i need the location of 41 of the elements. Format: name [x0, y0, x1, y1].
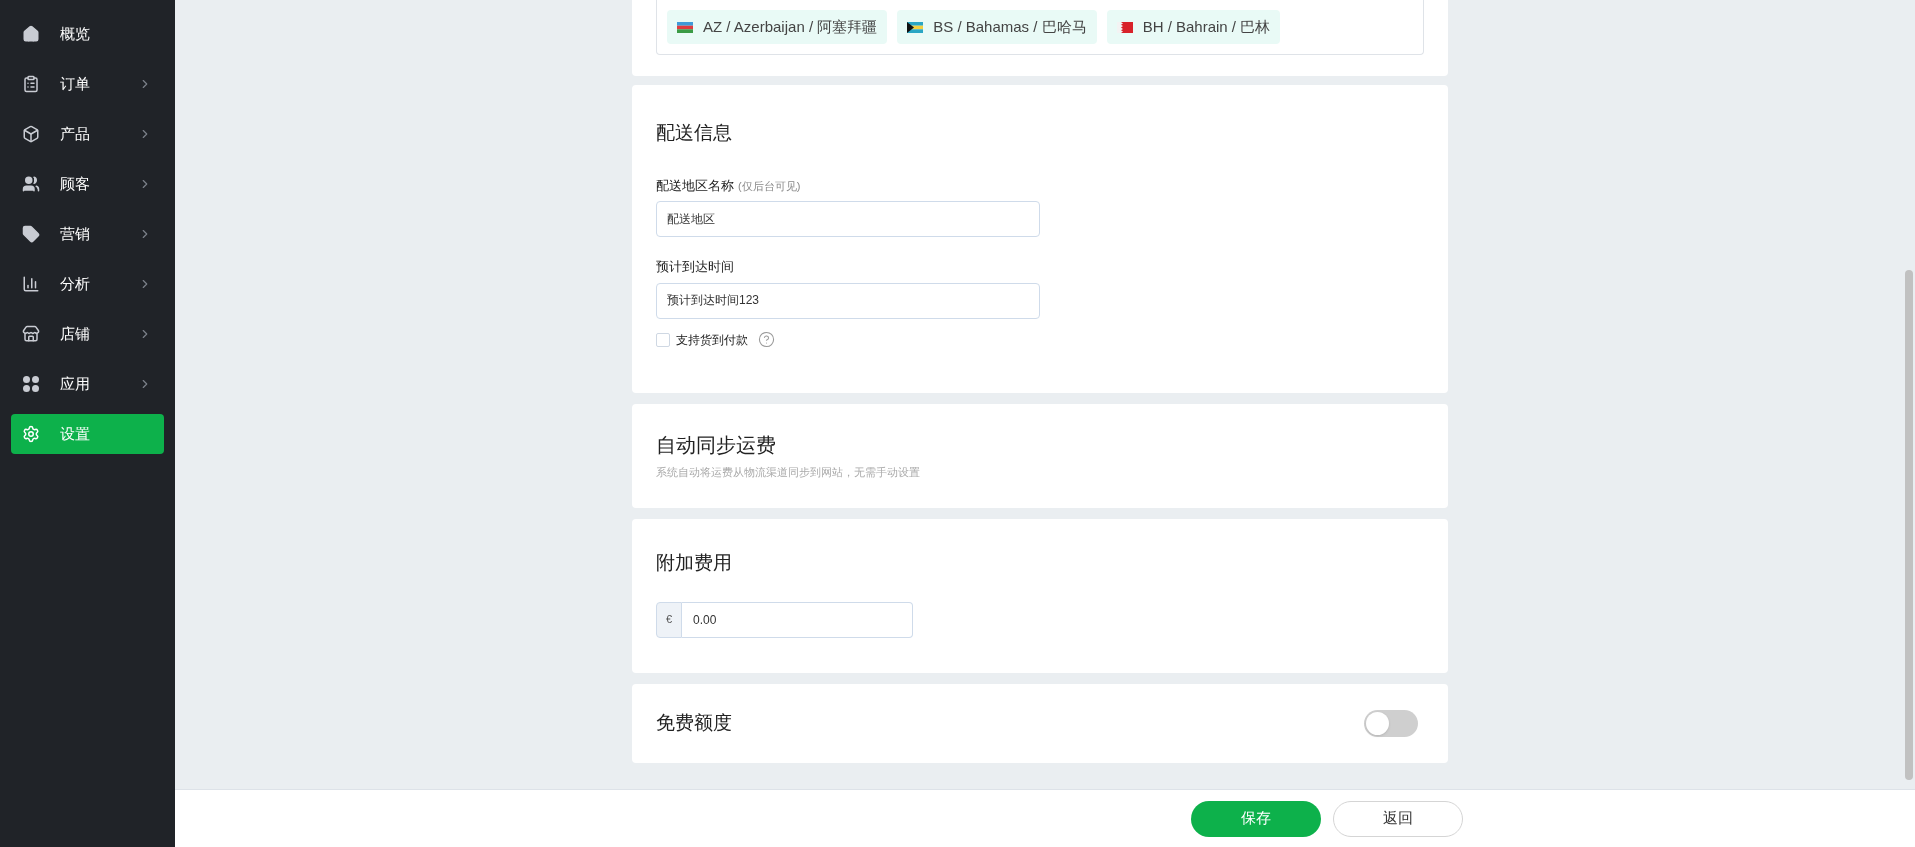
section-title: 附加费用 — [656, 551, 733, 575]
sidebar-item[interactable]: 产品 — [11, 114, 164, 154]
currency-addon: € — [656, 601, 682, 638]
section-title: 自动同步运费 — [656, 433, 777, 458]
checkbox-label: 支持货到付款 — [676, 331, 748, 349]
region-label: BH / Bahrain / 巴林 — [1142, 16, 1271, 37]
bar-chart-icon — [22, 275, 40, 293]
section-title: 配送信息 — [656, 121, 733, 145]
sidebar-item[interactable]: 营销 — [11, 214, 164, 254]
field-hint: (仅后台可见) — [738, 178, 801, 194]
help-icon[interactable] — [758, 331, 775, 348]
box-icon — [22, 125, 40, 143]
scrollbar-thumb[interactable] — [1905, 270, 1913, 780]
tag-icon — [22, 225, 40, 243]
clipboard-icon — [22, 75, 40, 93]
toggle-switch[interactable] — [1364, 710, 1418, 737]
flag-icon — [677, 21, 693, 33]
region-label: AZ / Azerbaijan / 阿塞拜疆 — [703, 16, 878, 37]
field-label: 配送地区名称 — [656, 176, 734, 195]
section-description: 系统自动将运费从物流渠道同步到网站，无需手动设置 — [656, 465, 921, 480]
sidebar-item[interactable]: 顾客 — [11, 164, 164, 204]
sidebar-item[interactable]: 应用 — [11, 364, 164, 404]
back-button[interactable]: 返回 — [1333, 800, 1463, 837]
amount-input[interactable]: 0.00 — [682, 601, 913, 638]
checkbox[interactable] — [656, 332, 670, 347]
region-label: BS / Bahamas / 巴哈马 — [933, 16, 1087, 37]
store-icon — [22, 325, 40, 343]
apps-icon — [22, 375, 40, 393]
sidebar-item[interactable]: 店铺 — [11, 314, 164, 354]
sidebar-item[interactable]: 概览 — [11, 14, 164, 54]
sidebar-item[interactable]: 订单 — [11, 64, 164, 104]
settings-icon — [22, 425, 40, 443]
input-field[interactable]: 预计到达时间123 — [656, 282, 1040, 319]
flag-icon — [1116, 21, 1133, 33]
sidebar-item[interactable]: 分析 — [11, 264, 164, 304]
users-icon — [22, 175, 40, 193]
input-field[interactable]: 配送地区 — [656, 201, 1040, 237]
field-label: 预计到达时间 — [656, 258, 735, 276]
flag-icon — [907, 21, 924, 33]
home-icon — [22, 25, 40, 43]
section-title: 免费额度 — [656, 711, 732, 736]
